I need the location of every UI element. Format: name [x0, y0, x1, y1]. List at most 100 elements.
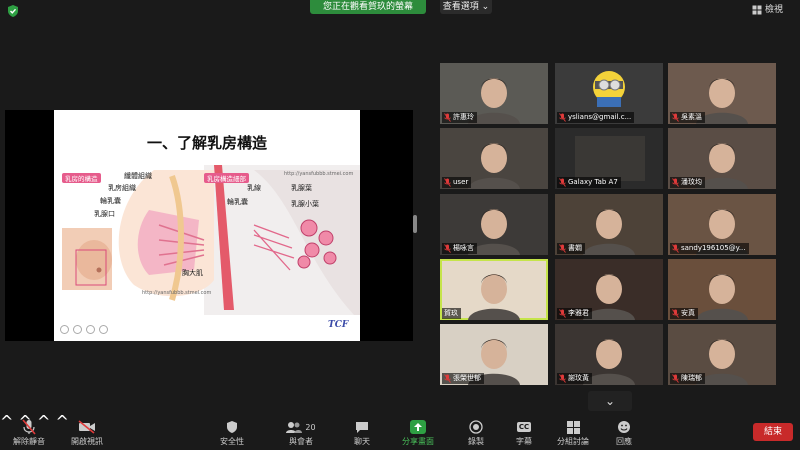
view-options-dropdown[interactable]: 查看選項 ⌄	[440, 0, 492, 14]
participant-name-label: sandy196105@y...	[670, 243, 749, 254]
unmute-label: 解除靜音	[13, 437, 45, 446]
chevron-down-icon: ⌄	[604, 394, 616, 408]
participants-icon	[286, 421, 303, 433]
participant-name-label: 李雅君	[557, 308, 592, 319]
microphone-muted-icon	[444, 178, 451, 187]
participant-name: 李雅君	[568, 309, 589, 317]
chat-button[interactable]: 聊天	[348, 412, 376, 450]
participant-tile[interactable]: 陳瑞郁	[668, 324, 776, 385]
participant-name: 書嫺	[568, 244, 582, 252]
breakout-rooms-button[interactable]: 分組討論	[555, 412, 591, 450]
participant-name: Galaxy Tab A7	[568, 178, 618, 186]
participant-name-label: yslians@gmail.c...	[557, 112, 635, 123]
participant-tile[interactable]: 楊咏言	[440, 194, 548, 255]
share-screen-button[interactable]: 分享畫面	[398, 412, 438, 450]
record-button[interactable]: 錄製	[462, 412, 490, 450]
shield-icon	[227, 421, 237, 433]
microphone-muted-icon	[559, 178, 566, 187]
participant-tile[interactable]: Galaxy Tab A7	[555, 128, 663, 189]
view-button-label: 檢視	[765, 5, 784, 15]
slide-url-top: http://yansfubbb.stmei.com	[284, 171, 354, 177]
participant-name-label: 謝玟黃	[557, 373, 592, 384]
cc-icon: CC	[516, 422, 532, 432]
participant-name: 許惠玲	[453, 113, 474, 121]
microphone-muted-icon	[444, 374, 451, 383]
reactions-button[interactable]: 回應	[612, 412, 636, 450]
diagram-label: 乳腺葉	[291, 184, 312, 192]
view-options-label: 查看選項	[442, 2, 479, 12]
participant-count: 20	[305, 422, 316, 432]
top-bar: 您正在觀看賀玖的螢幕 查看選項 ⌄ 檢視	[0, 0, 800, 22]
diagram-label: 乳腺口	[94, 210, 115, 218]
start-video-button[interactable]: 開啟視訊	[68, 412, 106, 450]
participant-name-label: 賀玖	[442, 308, 461, 319]
participant-tile[interactable]: 吳素溫	[668, 63, 776, 124]
microphone-muted-icon	[672, 178, 679, 187]
participant-tile[interactable]: 安真	[668, 259, 776, 320]
participant-tile[interactable]: yslians@gmail.c...	[555, 63, 663, 124]
slide-title: 一、了解乳房構造	[146, 134, 267, 152]
slide-nav-icon[interactable]	[73, 325, 82, 334]
smiley-icon	[618, 421, 630, 433]
slide-nav-icon[interactable]	[99, 325, 108, 334]
participants-button[interactable]: 20 與會者	[281, 412, 321, 450]
breakout-rooms-label: 分組討論	[557, 437, 589, 446]
right-diagram-tag: 乳房構造細部	[204, 173, 249, 183]
participant-tile[interactable]: sandy196105@y...	[668, 194, 776, 255]
participant-name: 謝玟黃	[568, 374, 589, 382]
end-meeting-button[interactable]: 結束	[753, 423, 793, 441]
microphone-muted-icon	[444, 244, 451, 253]
security-button[interactable]: 安全性	[214, 412, 250, 450]
diagram-label: 乳房組織	[108, 184, 136, 192]
participant-tile[interactable]: user	[440, 128, 548, 189]
chat-bubble-icon	[356, 421, 368, 433]
participant-name-label: 書嫺	[557, 243, 585, 254]
participant-tile[interactable]: 張榮世郁	[440, 324, 548, 385]
share-options-caret[interactable]: ^	[56, 412, 69, 431]
participant-tile[interactable]: 許惠玲	[440, 63, 548, 124]
participant-tile[interactable]: 謝玟黃	[555, 324, 663, 385]
participant-name-label: user	[442, 177, 472, 188]
encryption-shield-icon[interactable]	[6, 4, 20, 18]
record-label: 錄製	[468, 437, 484, 446]
participant-name: 吳素溫	[681, 113, 702, 121]
diagram-label: 纖體組織	[124, 172, 152, 180]
participant-tile[interactable]: 賀玖	[440, 259, 548, 320]
view-button[interactable]: 檢視	[752, 3, 783, 17]
participant-name: 張榮世郁	[453, 374, 481, 382]
participant-name: 安真	[681, 309, 695, 317]
participant-name-label: Galaxy Tab A7	[557, 177, 621, 188]
participant-tile[interactable]: 書嫺	[555, 194, 663, 255]
slide-controls[interactable]	[60, 325, 108, 334]
breakout-rooms-icon	[566, 420, 580, 434]
diagram-label: 輪乳囊	[227, 198, 248, 206]
gallery-more-button[interactable]: ⌄	[588, 391, 632, 411]
microphone-muted-icon	[559, 374, 566, 383]
participant-name: 陳瑞郁	[681, 374, 702, 382]
closed-caption-label: 字幕	[516, 437, 532, 446]
participant-name: user	[453, 178, 469, 186]
participant-name: sandy196105@y...	[681, 244, 746, 252]
diagram-label: 乳腺小葉	[291, 200, 319, 208]
slide-nav-icon[interactable]	[86, 325, 95, 334]
participant-name-label: 陳瑞郁	[670, 373, 705, 384]
start-video-label: 開啟視訊	[71, 437, 103, 446]
participant-name-label: 楊咏言	[442, 243, 477, 254]
diagram-label: 輪乳囊	[100, 197, 121, 205]
microphone-muted-icon	[22, 419, 36, 435]
closed-caption-button[interactable]: CC 字幕	[510, 412, 538, 450]
participant-name: yslians@gmail.c...	[568, 113, 632, 121]
left-diagram-tag: 乳房的構造	[62, 173, 101, 183]
participant-tile[interactable]: 李雅君	[555, 259, 663, 320]
microphone-muted-icon	[672, 309, 679, 318]
chat-label: 聊天	[354, 437, 370, 446]
slide-nav-icon[interactable]	[60, 325, 69, 334]
presentation-slide: 一、了解乳房構造 乳房的構造 乳房構造細部 纖體組織 乳房組織 輪乳囊 乳腺口 …	[54, 110, 360, 341]
grid-view-icon	[752, 5, 762, 15]
resize-handle[interactable]	[413, 215, 417, 233]
record-icon	[469, 420, 483, 434]
share-screen-icon	[410, 420, 426, 434]
participant-tile[interactable]: 潘玟均	[668, 128, 776, 189]
unmute-button[interactable]: 解除靜音	[10, 412, 48, 450]
microphone-muted-icon	[444, 113, 451, 122]
